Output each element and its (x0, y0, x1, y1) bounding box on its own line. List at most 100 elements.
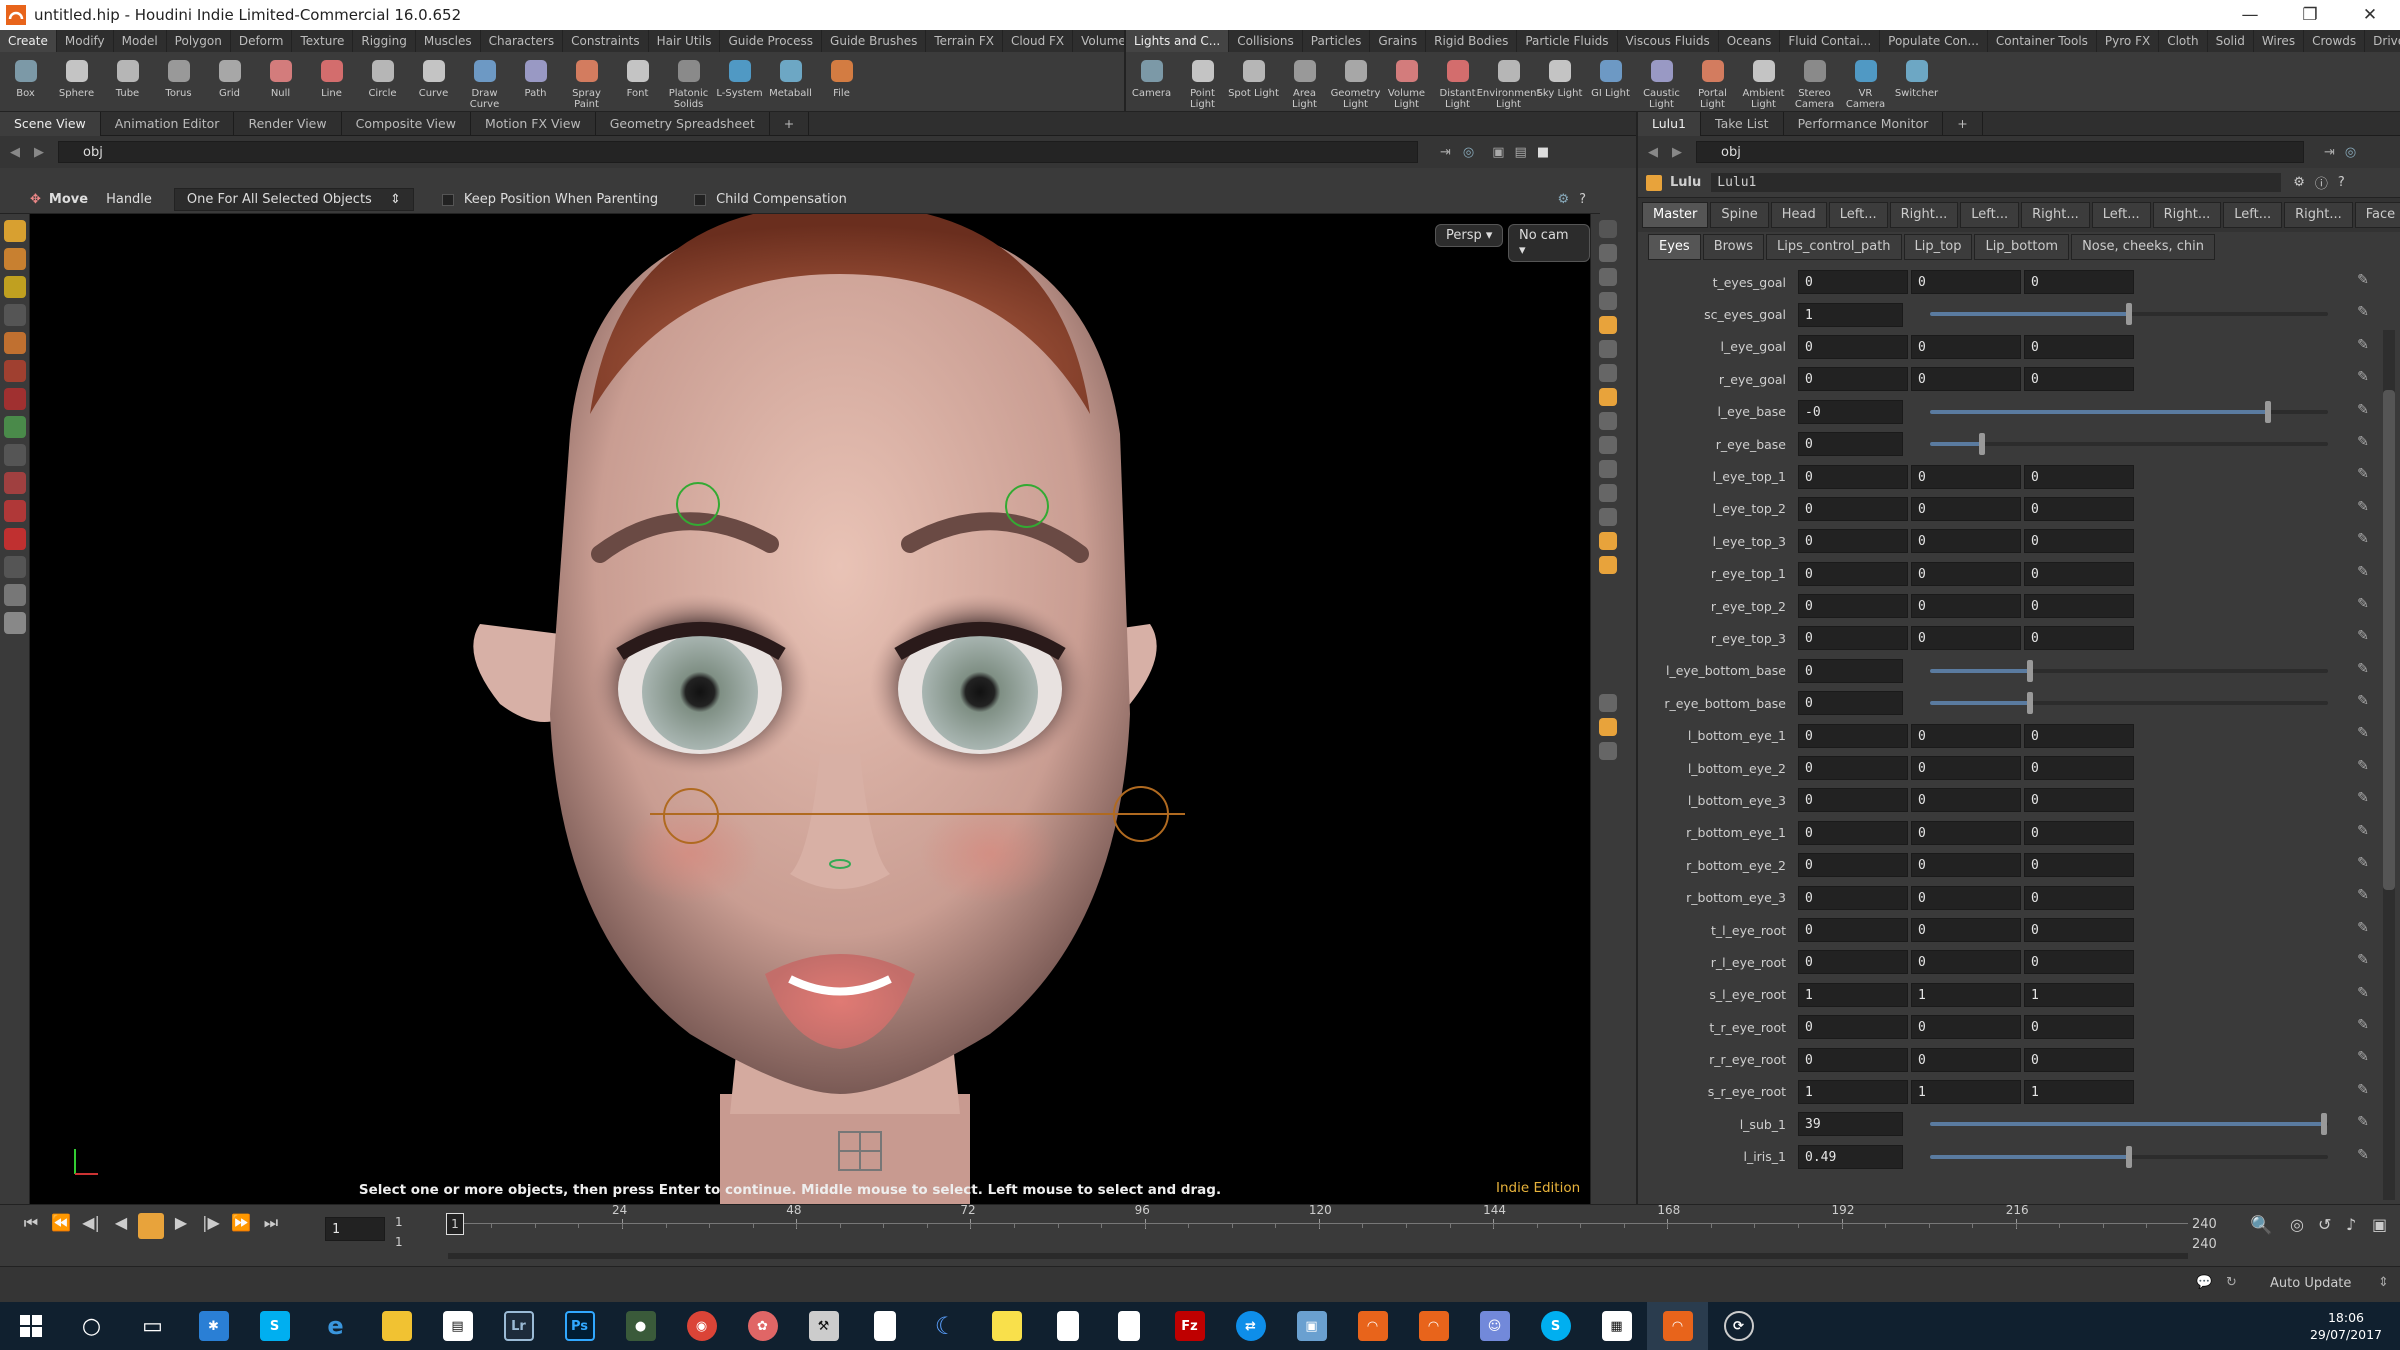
param-field-s-r-eye-root-1[interactable]: 1 (1911, 1079, 2021, 1104)
lasso-icon[interactable] (3, 472, 26, 494)
param-field-l-bottom-eye-1-1[interactable]: 0 (1911, 723, 2021, 748)
highlight-icon[interactable] (1599, 316, 1617, 334)
shelf-tab-texture[interactable]: Texture (292, 30, 354, 52)
subfolder-tab-brows[interactable]: Brows (1702, 234, 1765, 260)
param-field-r-eye-top-1-0[interactable]: 0 (1798, 561, 1908, 586)
taskbar-app-1[interactable]: ✱ (183, 1302, 244, 1350)
taskbar-notes[interactable] (976, 1302, 1037, 1350)
param-field-t-l-eye-root-0[interactable]: 0 (1798, 918, 1908, 942)
tool-sky-light[interactable]: Sky Light (1534, 56, 1585, 99)
param-channel-icon[interactable]: ✎ (2354, 920, 2372, 938)
maximize-pane-icon[interactable]: ■ (1537, 145, 1549, 160)
refresh-icon[interactable]: ↻ (2226, 1275, 2237, 1290)
step-forward-icon[interactable]: |▶ (198, 1213, 224, 1239)
taskbar-skype-2[interactable]: S (1525, 1302, 1586, 1350)
play-reverse-icon[interactable]: ◀ (108, 1213, 134, 1239)
new-tab-icon[interactable]: + (770, 111, 810, 136)
taskbar-file-2[interactable] (1037, 1302, 1098, 1350)
param-field-t-l-eye-root-2[interactable]: 0 (2024, 918, 2134, 942)
shelf-tab-muscles[interactable]: Muscles (416, 30, 481, 52)
param-field-r-eye-top-1-2[interactable]: 0 (2024, 561, 2134, 586)
param-field-r-eye-goal-0[interactable]: 0 (1798, 367, 1908, 392)
param-field-r-bottom-eye-3-1[interactable]: 0 (1911, 885, 2021, 910)
taskbar-chrome[interactable]: ◉ (671, 1302, 732, 1350)
shelf-tab-particles[interactable]: Particles (1303, 30, 1371, 52)
taskbar-photoshop[interactable]: Ps (549, 1302, 610, 1350)
taskbar-app-3[interactable]: ✿ (732, 1302, 793, 1350)
shelf-tab-viscous-fluids[interactable]: Viscous Fluids (1618, 30, 1719, 52)
key-icon[interactable]: 🔍 (2250, 1215, 2272, 1236)
tool-portal-light[interactable]: Portal Light (1687, 56, 1738, 110)
shelf-tab-lights-and-c[interactable]: Lights and C... (1126, 30, 1230, 52)
auto-update-chevron-icon[interactable]: ⇕ (2378, 1275, 2389, 1290)
param-channel-icon[interactable]: ✎ (2354, 337, 2372, 355)
tool-l-system[interactable]: L-System (714, 56, 765, 99)
param-field-r-r-eye-root-0[interactable]: 0 (1798, 1047, 1908, 1072)
param-field-r-eye-top-1-1[interactable]: 0 (1911, 561, 2021, 586)
select-pose-icon[interactable] (3, 248, 26, 270)
param-field-l-bottom-eye-2-1[interactable]: 0 (1911, 756, 2021, 781)
param-pin-icon[interactable]: ⇥ (2324, 145, 2335, 160)
handle-icon[interactable] (3, 444, 26, 466)
param-field-t-r-eye-root-1[interactable]: 0 (1911, 1015, 2021, 1040)
taskbar-clapper[interactable]: ▦ (1586, 1302, 1647, 1350)
shelf-tab-drive-simula[interactable]: Drive Simula... (2365, 30, 2400, 52)
tool-gi-light[interactable]: GI Light (1585, 56, 1636, 99)
child-compensation-checkbox[interactable] (694, 193, 707, 206)
shelf-tab-rigging[interactable]: Rigging (353, 30, 416, 52)
info-icon[interactable] (1599, 694, 1617, 712)
param-field-l-bottom-eye-3-1[interactable]: 0 (1911, 788, 2021, 813)
taskbar-skype[interactable]: S (244, 1302, 305, 1350)
param-channel-icon[interactable]: ✎ (2354, 693, 2372, 711)
folder-tab-spine-1[interactable]: Spine (1710, 202, 1769, 228)
tool-distant-light[interactable]: Distant Light (1432, 56, 1483, 110)
param-slider-l-sub-1[interactable] (1930, 1113, 2328, 1136)
param-field-l-eye-top-1-1[interactable]: 0 (1911, 464, 2021, 489)
param-forward-icon[interactable]: ▶ (1672, 145, 1682, 160)
param-field-sc-eyes-goal[interactable]: 1 (1798, 302, 1903, 327)
render-region-icon[interactable] (3, 612, 26, 634)
param-field-s-l-eye-root-1[interactable]: 1 (1911, 982, 2021, 1007)
taskbar-file-3[interactable] (1098, 1302, 1159, 1350)
template-icon[interactable] (1599, 532, 1617, 550)
shelf-tab-particle-fluids[interactable]: Particle Fluids (1517, 30, 1618, 52)
magnet-icon[interactable] (3, 500, 26, 522)
folder-tab-face-11[interactable]: Face (2354, 202, 2400, 228)
shelf-tab-polygon[interactable]: Polygon (167, 30, 231, 52)
tool-box[interactable]: Box (0, 56, 51, 99)
shelf-tab-modify[interactable]: Modify (57, 30, 114, 52)
slider-knob[interactable] (1978, 432, 1985, 455)
taskbar-houdini-2[interactable]: ◠ (1403, 1302, 1464, 1350)
taskbar-houdini-1[interactable]: ◠ (1342, 1302, 1403, 1350)
scene-viewport[interactable]: Persp ▾ No cam ▾ Select one or more obje… (30, 214, 1590, 1204)
param-field-l-bottom-eye-2-2[interactable]: 0 (2024, 756, 2134, 781)
jump-end-icon[interactable]: ⏭ (258, 1213, 284, 1239)
folder-tab-right-4[interactable]: Right... (1889, 202, 1959, 228)
shelf-tab-wires[interactable]: Wires (2254, 30, 2305, 52)
param-field-t-eyes-goal-0[interactable]: 0 (1798, 270, 1908, 295)
param-field-l-bottom-eye-3-0[interactable]: 0 (1798, 788, 1908, 813)
bones-icon[interactable] (1599, 412, 1617, 430)
subfolder-tab-lips-control-path[interactable]: Lips_control_path (1766, 234, 1902, 260)
subfolder-tab-nose-cheeks-chin[interactable]: Nose, cheeks, chin (2071, 234, 2215, 260)
tool-sphere[interactable]: Sphere (51, 56, 102, 99)
param-back-icon[interactable]: ◀ (1648, 145, 1658, 160)
persp-menu-button[interactable]: Persp ▾ (1435, 224, 1504, 247)
param-field-t-r-eye-root-0[interactable]: 0 (1798, 1015, 1908, 1040)
taskbar-app-7[interactable]: ⟳ (1708, 1302, 1769, 1350)
folder-tab-right-8[interactable]: Right... (2152, 202, 2222, 228)
shelf-tab-grains[interactable]: Grains (1370, 30, 1427, 52)
tool-draw-curve[interactable]: Draw Curve (459, 56, 510, 110)
folder-tab-master-0[interactable]: Master (1642, 202, 1709, 228)
param-field-l-eye-top-2-2[interactable]: 0 (2024, 496, 2134, 521)
param-field-r-eye-base[interactable]: 0 (1798, 432, 1903, 457)
param-field-l-eye-goal-1[interactable]: 0 (1911, 334, 2021, 359)
folder-tab-left-9[interactable]: Left... (2223, 202, 2283, 228)
back-arrow-icon[interactable]: ◀ (10, 145, 20, 160)
param-channel-icon[interactable]: ✎ (2354, 725, 2372, 743)
tool-geometry-light[interactable]: Geometry Light (1330, 56, 1381, 110)
clock[interactable]: 18:06 29/07/2017 (2310, 1309, 2382, 1343)
param-field-r-bottom-eye-2-0[interactable]: 0 (1798, 853, 1908, 878)
param-link-icon[interactable]: ◎ (2345, 145, 2356, 160)
param-field-l-bottom-eye-2-0[interactable]: 0 (1798, 756, 1908, 781)
